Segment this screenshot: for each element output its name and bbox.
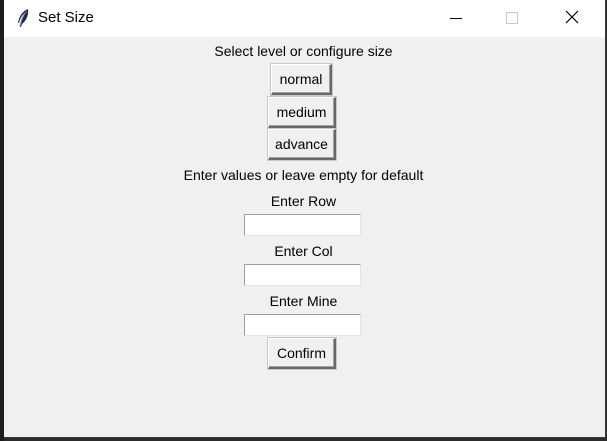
maximize-button[interactable] <box>489 0 535 37</box>
col-label: Enter Col <box>274 243 333 259</box>
values-prompt-label: Enter values or leave empty for default <box>183 167 424 183</box>
minimize-button[interactable] <box>433 0 479 37</box>
row-input[interactable] <box>244 214 361 236</box>
feather-icon <box>14 8 32 28</box>
window-title: Set Size <box>38 9 94 26</box>
set-size-window: Set Size Select level or configure size … <box>4 0 606 438</box>
level-prompt-label: Select level or configure size <box>214 43 393 59</box>
advance-level-button[interactable]: advance <box>268 129 336 160</box>
row-label: Enter Row <box>270 193 337 209</box>
mine-label: Enter Mine <box>269 293 338 309</box>
mine-input[interactable] <box>244 314 361 336</box>
minimize-icon <box>450 9 462 28</box>
medium-level-button[interactable]: medium <box>268 97 336 128</box>
title-bar[interactable]: Set Size <box>4 0 605 37</box>
maximize-icon <box>506 9 518 28</box>
close-icon <box>565 9 579 28</box>
close-button[interactable] <box>549 0 595 37</box>
normal-level-button[interactable]: normal <box>271 64 332 95</box>
window-content: Select level or configure size normal me… <box>4 37 605 437</box>
confirm-button[interactable]: Confirm <box>268 338 336 369</box>
col-input[interactable] <box>244 264 361 286</box>
